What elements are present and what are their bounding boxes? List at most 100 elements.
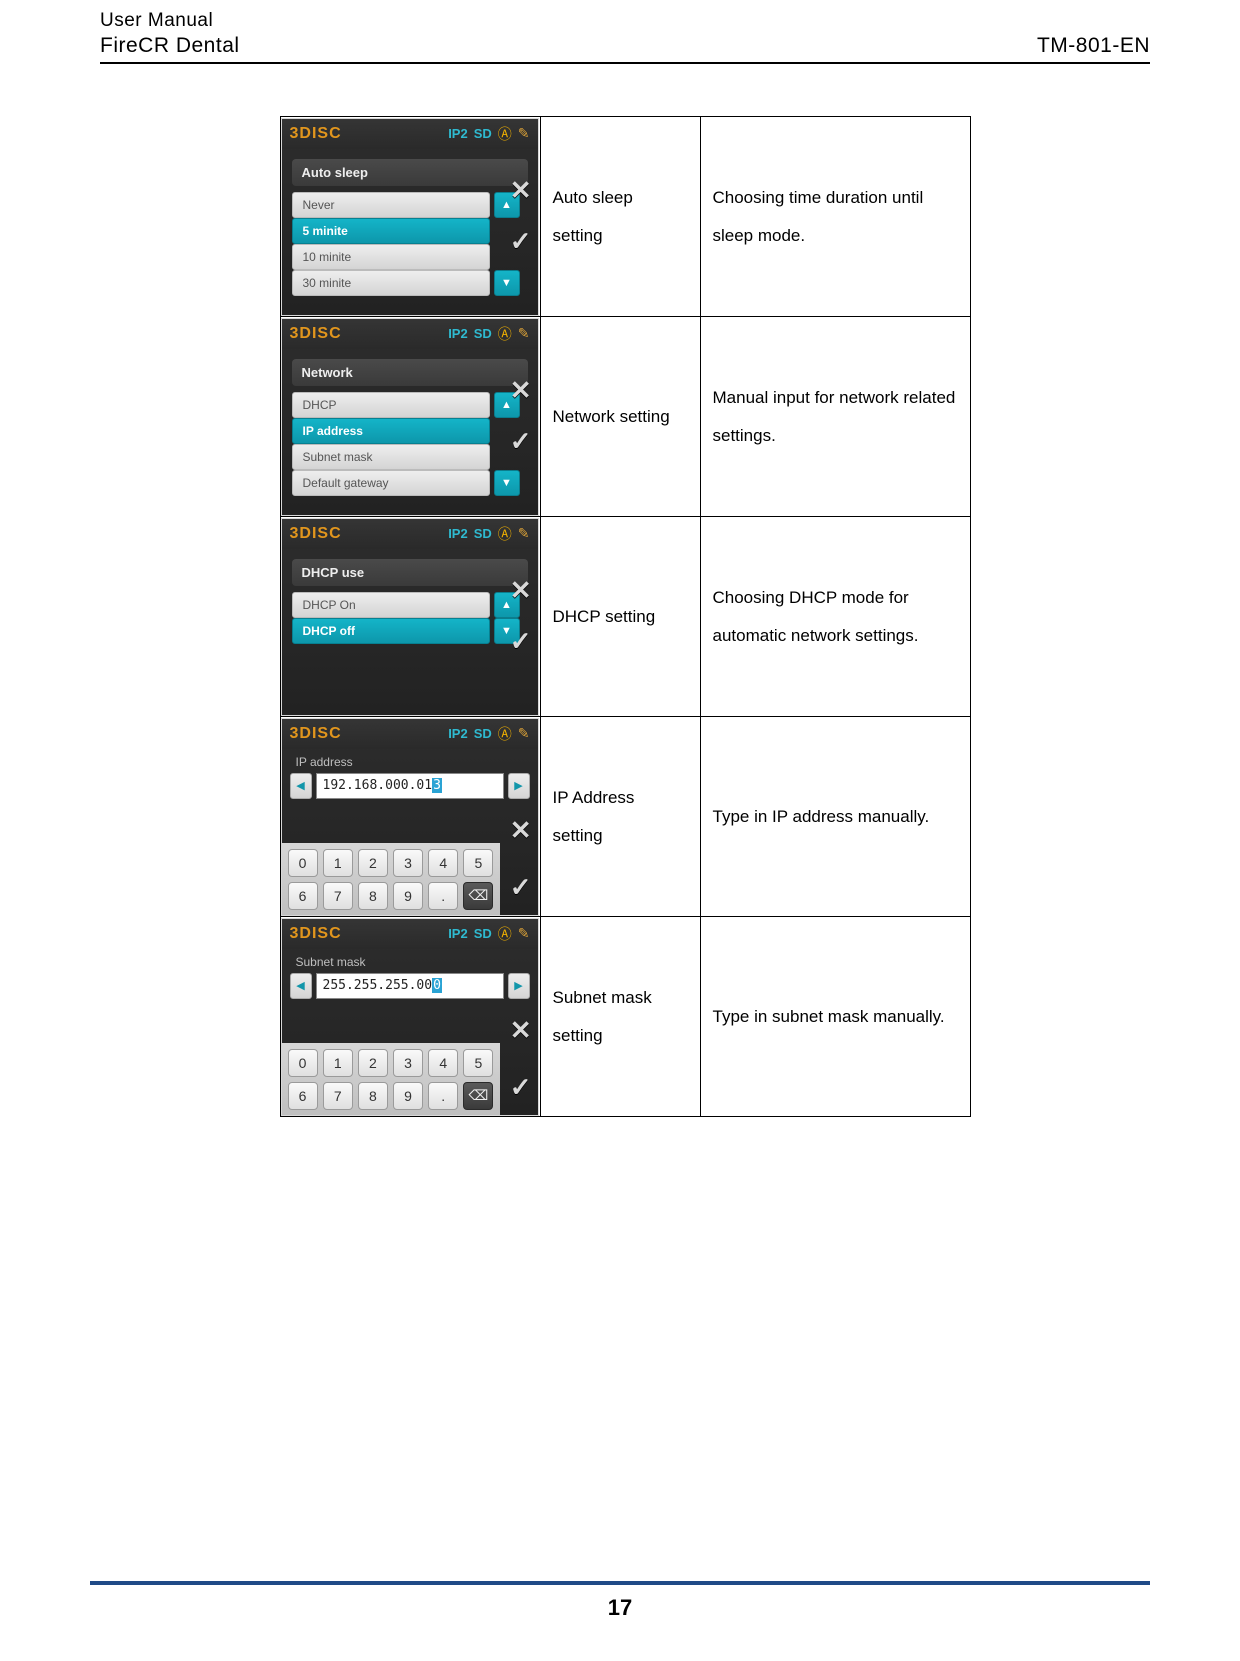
auto-icon: Ⓐ <box>498 524 512 544</box>
digit-key[interactable]: . <box>428 1082 458 1110</box>
scroll-down-button[interactable]: ▼ <box>494 270 520 296</box>
backspace-key[interactable]: ⌫ <box>463 882 493 910</box>
ip-indicator: IP2 <box>448 126 468 141</box>
sd-indicator: SD <box>474 526 492 541</box>
auto-icon: Ⓐ <box>498 124 512 144</box>
device-screen: 3DISC IP2 SD Ⓐ ✎ Auto sleep Never5 minit… <box>281 118 539 316</box>
digit-key[interactable]: 4 <box>428 1049 458 1077</box>
brand-logo: 3DISC <box>290 925 443 943</box>
digit-key[interactable]: 1 <box>323 1049 353 1077</box>
digit-key[interactable]: 6 <box>288 1082 318 1110</box>
panel-title: Auto sleep <box>292 159 528 186</box>
panel-title: Network <box>292 359 528 386</box>
digit-key[interactable]: 3 <box>393 1049 423 1077</box>
confirm-button[interactable]: ✓ <box>510 426 532 457</box>
device-topbar: 3DISC IP2 SD Ⓐ ✎ <box>282 719 538 749</box>
list-option[interactable]: Never <box>292 192 490 218</box>
list-option[interactable]: DHCP <box>292 392 490 418</box>
sd-indicator: SD <box>474 326 492 341</box>
product-name: FireCR Dental <box>100 34 240 58</box>
digit-key[interactable]: 8 <box>358 1082 388 1110</box>
digit-key[interactable]: 5 <box>463 849 493 877</box>
value-input[interactable]: 255.255.255.000 <box>316 973 504 999</box>
cancel-button[interactable]: ✕ <box>510 375 532 406</box>
header-line2: FireCR Dental TM-801-EN <box>100 34 1150 64</box>
confirm-button[interactable]: ✓ <box>510 1072 532 1103</box>
digit-key[interactable]: 0 <box>288 849 318 877</box>
list-option[interactable]: Default gateway <box>292 470 490 496</box>
cancel-button[interactable]: ✕ <box>510 1015 532 1046</box>
setting-desc-cell: Manual input for network related setting… <box>700 317 970 517</box>
ip-indicator: IP2 <box>448 326 468 341</box>
digit-key[interactable]: 0 <box>288 1049 318 1077</box>
digit-key[interactable]: 2 <box>358 849 388 877</box>
brand-logo: 3DISC <box>290 725 443 743</box>
cancel-button[interactable]: ✕ <box>510 815 532 846</box>
confirm-cancel-column: ✕ ✓ <box>510 175 532 257</box>
setting-name-cell: DHCP setting <box>540 517 700 717</box>
device-screen: 3DISC IP2 SD Ⓐ ✎ DHCP use DHCP OnDHCP of… <box>281 518 539 716</box>
field-label: Subnet mask <box>296 955 526 969</box>
prev-button[interactable]: ◀ <box>290 973 312 999</box>
list-option[interactable]: Subnet mask <box>292 444 490 470</box>
list-option[interactable]: DHCP On <box>292 592 490 618</box>
ip-indicator: IP2 <box>448 526 468 541</box>
setting-name-cell: Auto sleep setting <box>540 117 700 317</box>
confirm-cancel-column: ✕ ✓ <box>510 375 532 457</box>
list-option[interactable]: 10 minite <box>292 244 490 270</box>
table-row: 3DISC IP2 SD Ⓐ ✎ Subnet mask ◀ 255.255.2… <box>280 917 970 1117</box>
setting-name-cell: Network setting <box>540 317 700 517</box>
cancel-button[interactable]: ✕ <box>510 175 532 206</box>
value-input[interactable]: 192.168.000.013 <box>316 773 504 799</box>
list-option[interactable]: IP address <box>292 418 490 444</box>
prev-button[interactable]: ◀ <box>290 773 312 799</box>
digit-key[interactable]: . <box>428 882 458 910</box>
confirm-button[interactable]: ✓ <box>510 626 532 657</box>
backspace-key[interactable]: ⌫ <box>463 1082 493 1110</box>
digit-key[interactable]: 9 <box>393 882 423 910</box>
list-option[interactable]: 30 minite <box>292 270 490 296</box>
table-row: 3DISC IP2 SD Ⓐ ✎ DHCP use DHCP OnDHCP of… <box>280 517 970 717</box>
tool-icon: ✎ <box>518 725 530 742</box>
cancel-button[interactable]: ✕ <box>510 575 532 606</box>
tool-icon: ✎ <box>518 125 530 142</box>
next-button[interactable]: ▶ <box>508 973 530 999</box>
sd-indicator: SD <box>474 126 492 141</box>
table-row: 3DISC IP2 SD Ⓐ ✎ Network DHCPIP addressS… <box>280 317 970 517</box>
page-footer: 17 <box>90 1581 1150 1621</box>
device-screen: 3DISC IP2 SD Ⓐ ✎ Subnet mask ◀ 255.255.2… <box>281 918 539 1116</box>
numeric-keypad: 012345 6789.⌫ <box>282 1043 500 1115</box>
scroll-down-button[interactable]: ▼ <box>494 470 520 496</box>
digit-key[interactable]: 6 <box>288 882 318 910</box>
setting-name-cell: IP Address setting <box>540 717 700 917</box>
sd-indicator: SD <box>474 926 492 941</box>
screenshot-cell: 3DISC IP2 SD Ⓐ ✎ Network DHCPIP addressS… <box>280 317 540 517</box>
confirm-button[interactable]: ✓ <box>510 872 532 903</box>
digit-key[interactable]: 2 <box>358 1049 388 1077</box>
confirm-cancel-column: ✕ ✓ <box>510 575 532 657</box>
ip-indicator: IP2 <box>448 726 468 741</box>
digit-key[interactable]: 1 <box>323 849 353 877</box>
setting-name-cell: Subnet mask setting <box>540 917 700 1117</box>
digit-key[interactable]: 7 <box>323 1082 353 1110</box>
tool-icon: ✎ <box>518 325 530 342</box>
confirm-cancel-column: ✕ ✓ <box>510 815 532 903</box>
panel-title: DHCP use <box>292 559 528 586</box>
digit-key[interactable]: 7 <box>323 882 353 910</box>
page-number: 17 <box>608 1595 632 1620</box>
tool-icon: ✎ <box>518 925 530 942</box>
digit-key[interactable]: 8 <box>358 882 388 910</box>
option-list: DHCPIP addressSubnet maskDefault gateway… <box>292 392 490 496</box>
sd-indicator: SD <box>474 726 492 741</box>
brand-logo: 3DISC <box>290 325 443 343</box>
device-screen: 3DISC IP2 SD Ⓐ ✎ Network DHCPIP addressS… <box>281 318 539 516</box>
list-option[interactable]: DHCP off <box>292 618 490 644</box>
next-button[interactable]: ▶ <box>508 773 530 799</box>
digit-key[interactable]: 9 <box>393 1082 423 1110</box>
digit-key[interactable]: 3 <box>393 849 423 877</box>
digit-key[interactable]: 4 <box>428 849 458 877</box>
setting-desc-cell: Choosing time duration until sleep mode. <box>700 117 970 317</box>
digit-key[interactable]: 5 <box>463 1049 493 1077</box>
confirm-button[interactable]: ✓ <box>510 226 532 257</box>
list-option[interactable]: 5 minite <box>292 218 490 244</box>
